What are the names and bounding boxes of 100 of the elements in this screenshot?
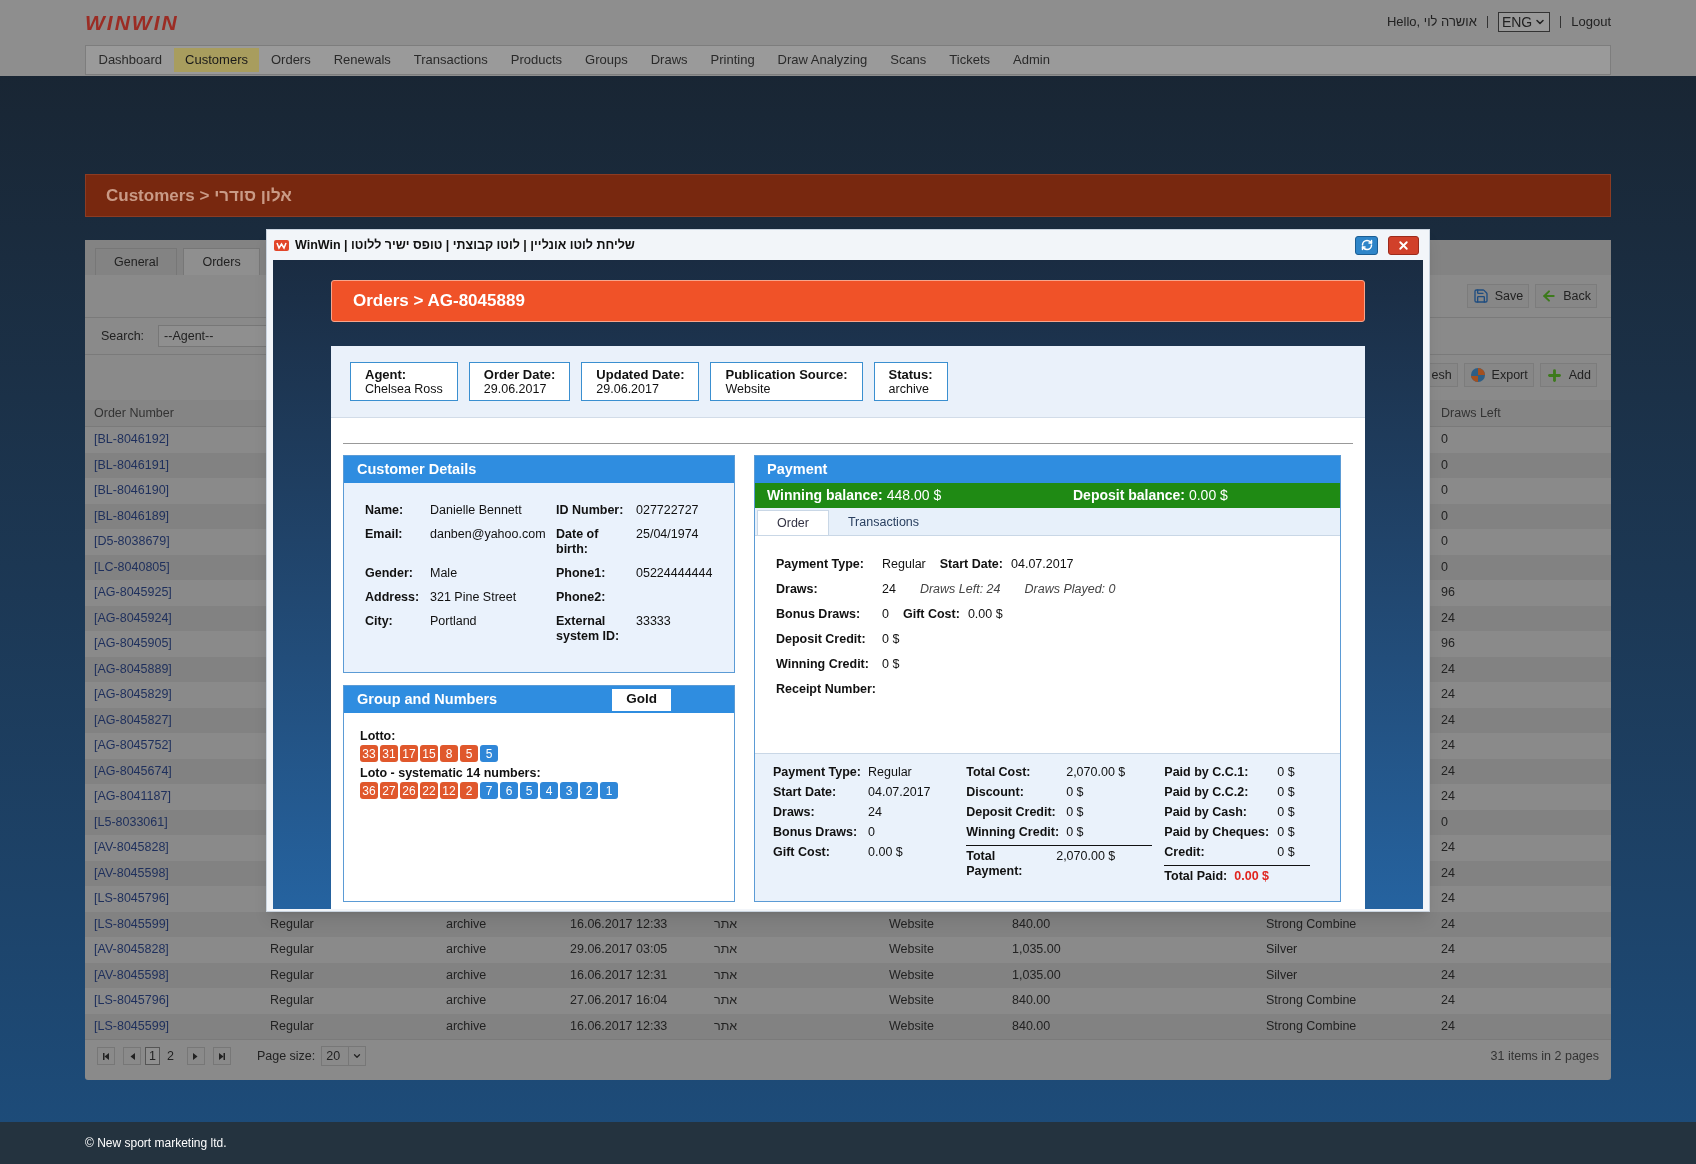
order-link[interactable]: [LS-8045796] <box>85 889 261 909</box>
field-label: Draws: <box>773 804 816 820</box>
field-label: Paid by Cheques: <box>1164 824 1271 840</box>
page-number[interactable]: 2 <box>163 1047 177 1065</box>
logout-link[interactable]: Logout <box>1571 12 1611 32</box>
nav-tab[interactable]: Draw Analyzing <box>766 48 879 72</box>
previous-page-button[interactable] <box>123 1047 141 1065</box>
nav-tab[interactable]: Products <box>499 48 574 72</box>
language-select[interactable]: ENG <box>1497 12 1551 32</box>
info-label: Updated Date: <box>596 366 685 382</box>
toolbar-button[interactable]: Save <box>1466 284 1530 308</box>
last-page-button[interactable] <box>212 1047 231 1065</box>
toolbar-button[interactable]: Export <box>1463 363 1534 387</box>
field-label: Deposit Credit: <box>776 632 867 647</box>
nav-tab[interactable]: Printing <box>699 48 767 72</box>
order-link[interactable]: [AG-8045889] <box>85 659 261 679</box>
order-link[interactable]: [LS-8045599] <box>85 914 261 934</box>
table-cell-text: אתר <box>713 941 739 959</box>
nav-tab[interactable]: Orders <box>259 48 323 72</box>
field-value: 0 $ <box>882 632 900 647</box>
panel-tab[interactable]: General <box>95 248 178 275</box>
table-cell-text: archive <box>445 941 488 959</box>
draws-note: Draws Left: 24 <box>919 582 1001 597</box>
table-cell-text: 0 <box>1440 482 1449 500</box>
table-cell-text: Strong Combine <box>1265 915 1358 933</box>
refresh-button[interactable] <box>1355 235 1378 255</box>
field-label: Start Date: <box>773 784 838 800</box>
payment-tab[interactable]: Order <box>757 510 829 535</box>
order-link[interactable]: [BL-8046191] <box>85 455 261 475</box>
next-page-button[interactable] <box>186 1047 205 1065</box>
page-number[interactable]: 1 <box>145 1047 160 1065</box>
field-value: 0 $ <box>1066 804 1084 820</box>
table-cell-text: 29.06.2017 03:05 <box>569 941 669 959</box>
order-link[interactable]: [AG-8045905] <box>85 634 261 654</box>
balance-text: Deposit balance: 0.00 $ <box>1073 486 1228 505</box>
toolbar-button[interactable]: Add <box>1539 363 1597 387</box>
previous-page-icon <box>127 1051 137 1061</box>
order-link[interactable]: [AV-8045598] <box>85 863 261 883</box>
info-value: Website <box>725 381 772 397</box>
info-value: 29.06.2017 <box>483 381 548 397</box>
order-link[interactable]: [AV-8045828] <box>85 940 261 960</box>
table-cell-text: archive <box>445 992 488 1010</box>
logo[interactable]: WINWIN <box>85 11 179 33</box>
table-cell-text: 0 <box>1440 558 1449 576</box>
order-link[interactable]: [LC-8040805] <box>85 557 261 577</box>
order-link[interactable]: [AV-8045828] <box>85 838 261 858</box>
field-label: Paid by Cash: <box>1164 804 1248 820</box>
column-header: Order Number <box>93 404 175 422</box>
nav-tab[interactable]: Tickets <box>937 48 1002 72</box>
order-link[interactable]: [BL-8046189] <box>85 506 261 526</box>
field-label: Gender: <box>365 566 414 581</box>
table-cell-text: 1,035.00 <box>1011 966 1062 984</box>
order-link[interactable]: [LS-8045796] <box>85 991 261 1011</box>
nav-tab[interactable]: Renewals <box>322 48 403 72</box>
order-link[interactable]: [D5-8038679] <box>85 532 261 552</box>
info-label: Status: <box>888 366 933 382</box>
order-link[interactable]: [AG-8045925] <box>85 583 261 603</box>
nav-tab[interactable]: Transactions <box>402 48 500 72</box>
table-cell-text: 24 <box>1440 686 1456 704</box>
table-cell-text: אתר <box>713 992 739 1010</box>
order-link[interactable]: [BL-8046192] <box>85 430 261 450</box>
payment-tab[interactable]: Transactions <box>828 510 939 535</box>
table-cell-text: Regular <box>269 915 315 933</box>
nav-tab[interactable]: Groups <box>573 48 640 72</box>
numbers-label: Loto - systematic 14 numbers: <box>360 766 542 781</box>
toolbar-button[interactable]: Back <box>1535 284 1597 308</box>
panel-title: Payment <box>767 459 828 479</box>
field-value: 2,070.00 $ <box>1066 764 1126 780</box>
field-value: 0.00 $ <box>868 844 903 860</box>
nav-tab[interactable]: Customers <box>173 48 260 72</box>
page-size-select[interactable]: 20 <box>321 1046 367 1066</box>
order-link[interactable]: [L5-8033061] <box>85 812 261 832</box>
nav-tab[interactable]: Admin <box>1001 48 1062 72</box>
order-link[interactable]: [AV-8045598] <box>85 965 261 985</box>
nav-tab[interactable]: Draws <box>639 48 700 72</box>
table-cell-text: 24 <box>1440 966 1456 984</box>
order-link[interactable]: [BL-8046190] <box>85 481 261 501</box>
nav-tab[interactable]: Dashboard <box>87 48 174 72</box>
order-link[interactable]: [AG-8045674] <box>85 761 261 781</box>
order-link[interactable]: [AG-8045827] <box>85 710 261 730</box>
last-page-icon <box>217 1051 227 1061</box>
first-page-button[interactable] <box>97 1047 115 1065</box>
order-link[interactable]: [AG-8045924] <box>85 608 261 628</box>
nav-tab[interactable]: Scans <box>878 48 938 72</box>
field-label: Start Date: <box>939 557 1003 572</box>
field-value: 0 $ <box>882 657 900 672</box>
close-button[interactable] <box>1388 235 1419 255</box>
field-label: Paid by C.C.1: <box>1164 764 1250 780</box>
order-link[interactable]: [AG-8045829] <box>85 685 261 705</box>
field-value: 04.07.2017 <box>868 784 931 800</box>
table-cell-text: אתר <box>713 915 739 933</box>
breadcrumb-text: Customers > אלון סודרי <box>106 184 292 207</box>
panel-tab[interactable]: Orders <box>183 248 260 275</box>
order-link[interactable]: [LS-8045599] <box>85 1016 261 1036</box>
table-cell-text: 0 <box>1440 456 1449 474</box>
field-label: Payment Type: <box>776 557 865 572</box>
order-link[interactable]: [AG-8041187] <box>85 787 261 807</box>
order-link[interactable]: [AG-8045752] <box>85 736 261 756</box>
panel-title: Customer Details <box>357 459 477 479</box>
table-cell-text: 27.06.2017 16:04 <box>569 992 669 1010</box>
